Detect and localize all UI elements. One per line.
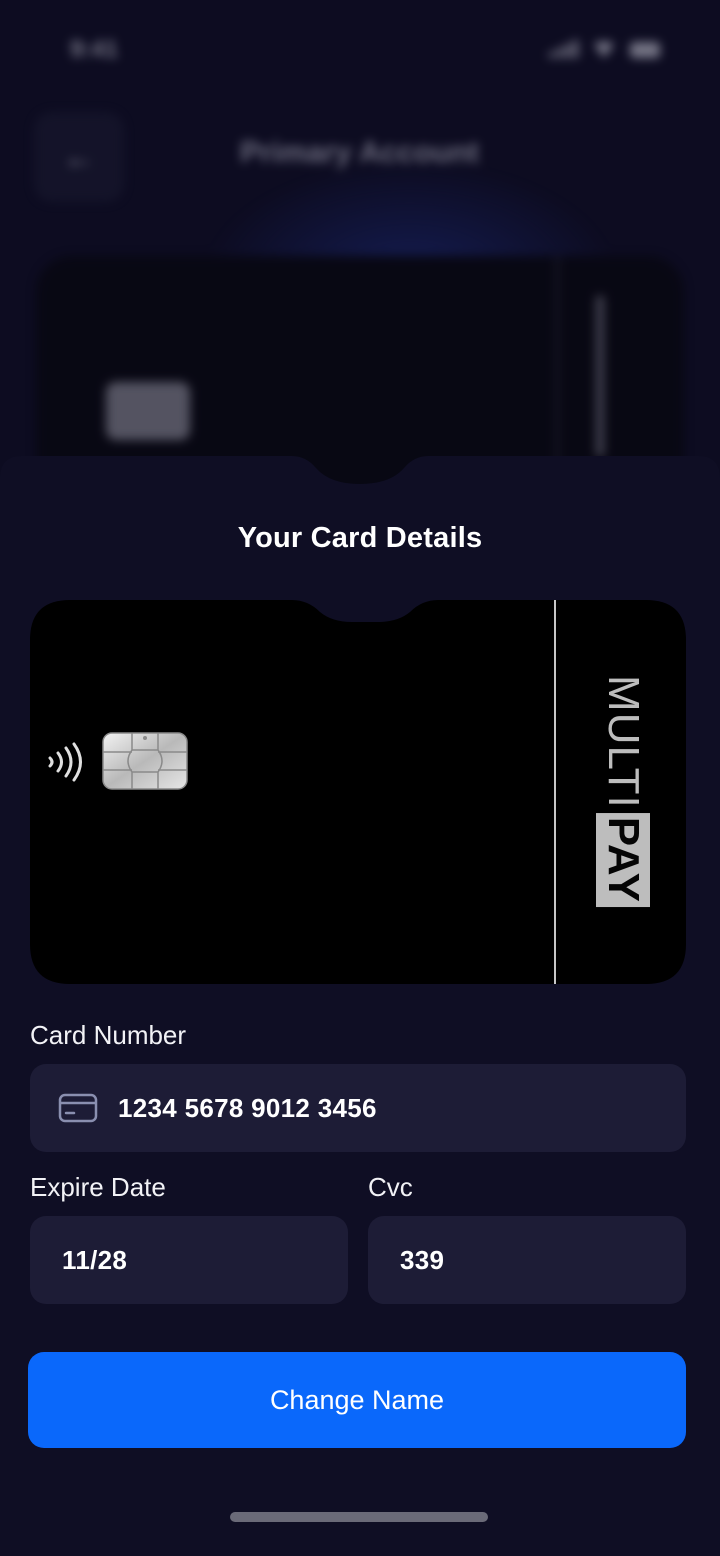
status-icons: [549, 40, 660, 58]
card-divider: [554, 600, 556, 984]
contactless-icon: [48, 742, 82, 782]
card-number-label: Card Number: [30, 1020, 187, 1050]
card-details-sheet: Your Card Details MULTIPAY Card Number 1…: [0, 456, 720, 1556]
cvc-value: 339: [400, 1244, 445, 1275]
card-brand-logo: MULTIPAY: [596, 675, 650, 907]
chip-icon: [102, 732, 188, 790]
cvc-label: Cvc: [368, 1172, 413, 1202]
wifi-icon: [592, 41, 616, 58]
expire-date-field[interactable]: 11/28: [30, 1216, 348, 1304]
card-brand-text-1: MULTI: [599, 675, 648, 809]
status-bar: 9:41: [0, 0, 720, 100]
credit-card-icon: [58, 1093, 98, 1123]
card-brand-text-2: PAY: [596, 812, 650, 907]
home-indicator: [230, 1512, 488, 1522]
background-chip-icon: [106, 382, 190, 440]
signal-icon: [549, 40, 578, 58]
status-time: 9:41: [70, 36, 119, 63]
change-name-button[interactable]: Change Name: [28, 1352, 686, 1448]
background-page: 9:41 ← Primary Account: [0, 0, 720, 516]
sheet-title: Your Card Details: [237, 522, 483, 554]
card-number-value: 1234 5678 9012 3456: [118, 1092, 377, 1123]
payment-card: MULTIPAY: [30, 600, 686, 984]
cvc-field[interactable]: 339: [368, 1216, 686, 1304]
background-page-title: Primary Account: [240, 136, 479, 169]
card-number-field[interactable]: 1234 5678 9012 3456: [30, 1064, 686, 1152]
screen: 9:41 ← Primary Account Your Card Details: [0, 0, 720, 1556]
expire-date-value: 11/28: [62, 1244, 128, 1275]
arrow-left-icon: ←: [63, 138, 95, 175]
background-card-logo: [596, 296, 656, 456]
card-body: [30, 600, 686, 984]
battery-icon: [630, 42, 660, 58]
expire-date-label: Expire Date: [30, 1172, 166, 1202]
back-button[interactable]: ←: [34, 112, 124, 202]
